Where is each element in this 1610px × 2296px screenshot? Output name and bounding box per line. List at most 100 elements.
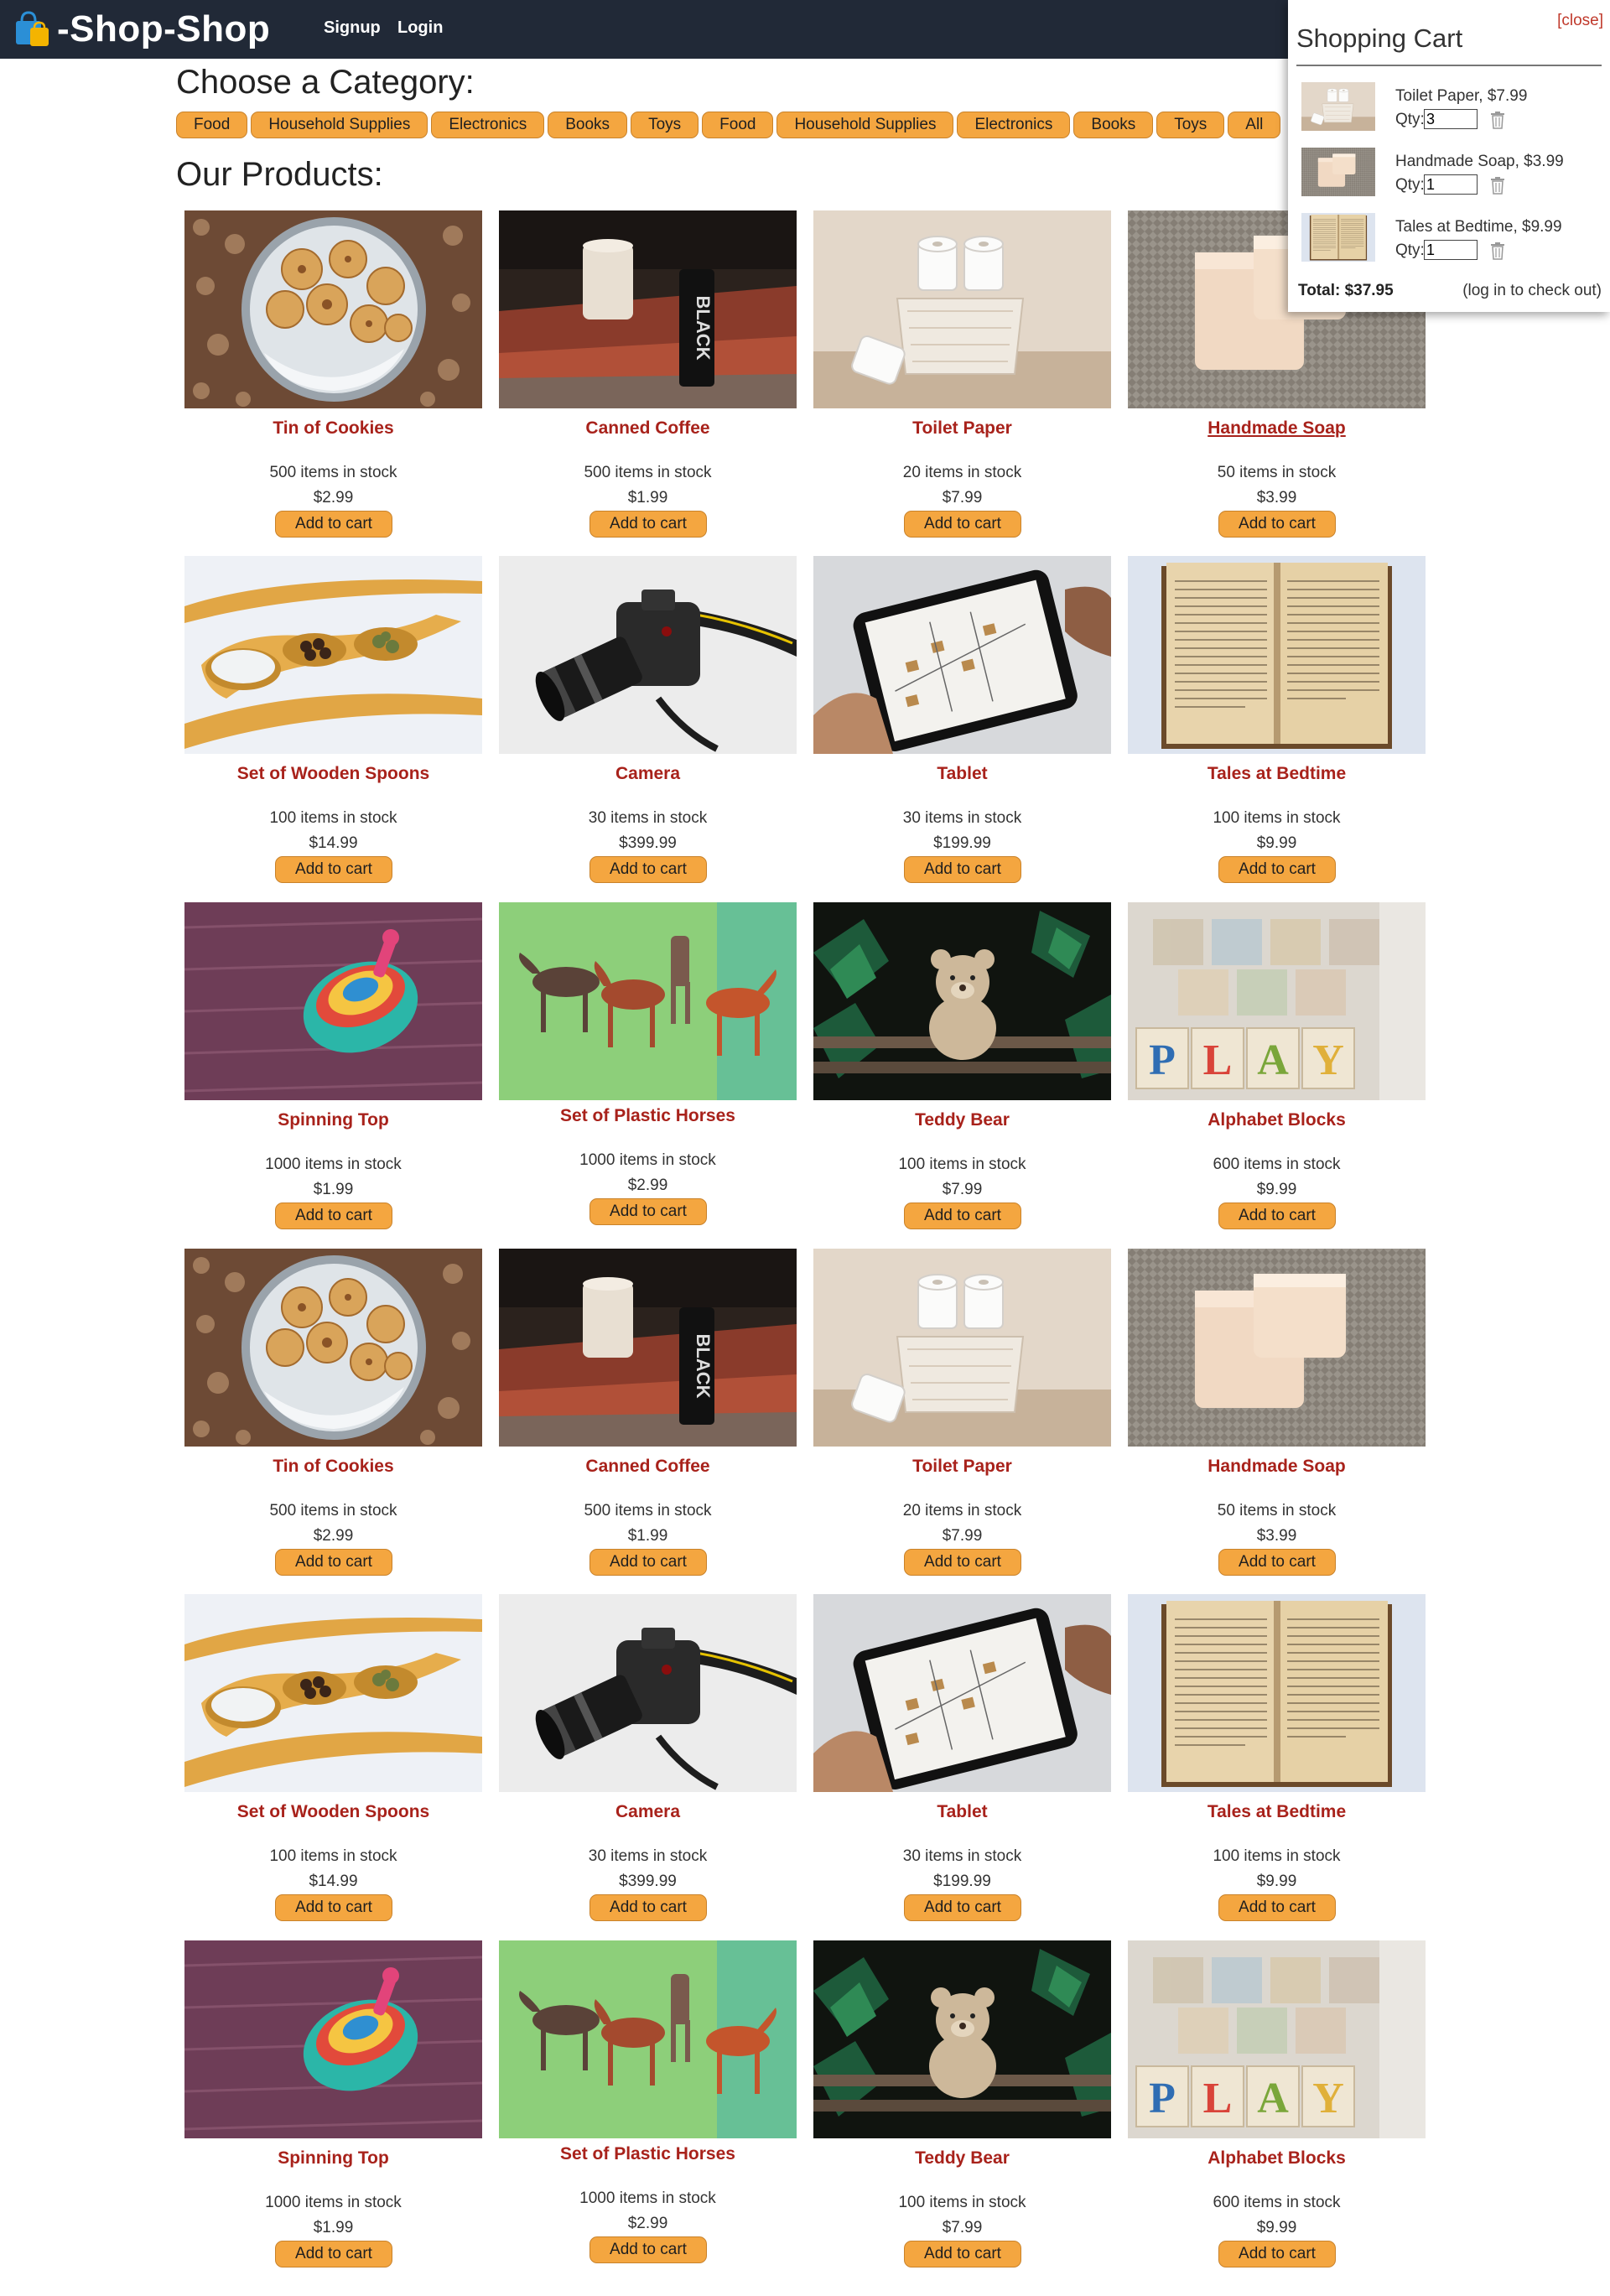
product-price: $2.99 xyxy=(627,2215,668,2232)
product-image-teddy-bear[interactable] xyxy=(813,902,1111,1100)
category-button-toys[interactable]: Toys xyxy=(631,112,699,138)
product-image-teddy-bear[interactable] xyxy=(813,1940,1111,2138)
category-button-household-supplies[interactable]: Household Supplies xyxy=(251,112,428,138)
product-name[interactable]: Set of Wooden Spoons xyxy=(176,1802,491,1822)
product-name[interactable]: Alphabet Blocks xyxy=(1119,2148,1434,2169)
product-image-camera[interactable] xyxy=(499,1594,797,1792)
category-button-books[interactable]: Books xyxy=(548,112,628,138)
trash-icon[interactable] xyxy=(1489,111,1506,129)
product-name[interactable]: Camera xyxy=(491,1802,805,1822)
add-to-cart-button[interactable]: Add to cart xyxy=(1218,511,1336,538)
add-to-cart-button[interactable]: Add to cart xyxy=(589,1894,707,1921)
svg-text:P: P xyxy=(1149,2075,1176,2122)
product-name[interactable]: Canned Coffee xyxy=(491,418,805,439)
add-to-cart-button[interactable]: Add to cart xyxy=(1218,1894,1336,1921)
product-image-coffee[interactable]: BLACK xyxy=(499,1249,797,1447)
add-to-cart-button[interactable]: Add to cart xyxy=(1218,1203,1336,1229)
add-to-cart-button[interactable]: Add to cart xyxy=(275,1894,392,1921)
product-image-blocks[interactable]: P L A Y xyxy=(1128,902,1426,1100)
product-image-toilet-paper[interactable] xyxy=(813,210,1111,408)
add-to-cart-button[interactable]: Add to cart xyxy=(589,1549,707,1576)
product-name[interactable]: Teddy Bear xyxy=(805,1110,1119,1130)
category-button-toys[interactable]: Toys xyxy=(1156,112,1225,138)
product-name[interactable]: Set of Plastic Horses xyxy=(491,2144,805,2164)
product-name[interactable]: Spinning Top xyxy=(176,1110,491,1130)
add-to-cart-button[interactable]: Add to cart xyxy=(589,511,707,538)
trash-icon[interactable] xyxy=(1489,176,1506,195)
qty-input[interactable] xyxy=(1424,240,1478,260)
product-image-spoons[interactable] xyxy=(184,556,482,754)
product-name[interactable]: Tin of Cookies xyxy=(176,1457,491,1477)
category-button-all[interactable]: All xyxy=(1228,112,1281,138)
cart-item: Tales at Bedtime, $9.99 Qty: xyxy=(1296,213,1602,263)
product-image-book[interactable] xyxy=(1128,1594,1426,1792)
product-image-cookies[interactable] xyxy=(184,1249,482,1447)
product-image-tablet[interactable] xyxy=(813,556,1111,754)
cart-close-button[interactable]: [close] xyxy=(1557,12,1603,30)
add-to-cart-button[interactable]: Add to cart xyxy=(275,2241,392,2267)
add-to-cart-button[interactable]: Add to cart xyxy=(904,1203,1021,1229)
product-name[interactable]: Set of Plastic Horses xyxy=(491,1106,805,1126)
product-name[interactable]: Spinning Top xyxy=(176,2148,491,2169)
category-button-electronics[interactable]: Electronics xyxy=(957,112,1071,138)
qty-input[interactable] xyxy=(1424,109,1478,129)
product-image-horses[interactable] xyxy=(499,902,797,1100)
product-stock: 30 items in stock xyxy=(588,809,708,827)
product-name[interactable]: Toilet Paper xyxy=(805,418,1119,439)
product-image-book[interactable] xyxy=(1128,556,1426,754)
category-button-electronics[interactable]: Electronics xyxy=(431,112,545,138)
product-name[interactable]: Tablet xyxy=(805,764,1119,784)
add-to-cart-button[interactable]: Add to cart xyxy=(275,1203,392,1229)
product-name[interactable]: Teddy Bear xyxy=(805,2148,1119,2169)
qty-input[interactable] xyxy=(1424,174,1478,195)
product-image-coffee[interactable]: BLACK xyxy=(499,210,797,408)
product-name[interactable]: Tin of Cookies xyxy=(176,418,491,439)
login-link[interactable]: Login xyxy=(397,18,443,38)
product-image-soap[interactable] xyxy=(1128,1249,1426,1447)
product-image-spinning-top[interactable] xyxy=(184,902,482,1100)
product-name[interactable]: Tales at Bedtime xyxy=(1119,764,1434,784)
add-to-cart-button[interactable]: Add to cart xyxy=(275,511,392,538)
add-to-cart-button[interactable]: Add to cart xyxy=(1218,856,1336,883)
product-image-tablet[interactable] xyxy=(813,1594,1111,1792)
add-to-cart-button[interactable]: Add to cart xyxy=(904,2241,1021,2267)
product-stock: 600 items in stock xyxy=(1213,2194,1341,2211)
category-button-food[interactable]: Food xyxy=(702,112,774,138)
product-name[interactable]: Handmade Soap xyxy=(1119,1457,1434,1477)
add-to-cart-button[interactable]: Add to cart xyxy=(904,1549,1021,1576)
trash-icon[interactable] xyxy=(1489,242,1506,260)
product-image-horses[interactable] xyxy=(499,1940,797,2138)
svg-text:L: L xyxy=(1203,2075,1233,2122)
add-to-cart-button[interactable]: Add to cart xyxy=(904,511,1021,538)
product-name[interactable]: Toilet Paper xyxy=(805,1457,1119,1477)
add-to-cart-button[interactable]: Add to cart xyxy=(589,1198,707,1225)
product-name[interactable]: Camera xyxy=(491,764,805,784)
product-image-spinning-top[interactable] xyxy=(184,1940,482,2138)
product-image-toilet-paper[interactable] xyxy=(813,1249,1111,1447)
product-name[interactable]: Canned Coffee xyxy=(491,1457,805,1477)
product-name[interactable]: Tales at Bedtime xyxy=(1119,1802,1434,1822)
product-name[interactable]: Set of Wooden Spoons xyxy=(176,764,491,784)
category-button-food[interactable]: Food xyxy=(176,112,248,138)
product-image-cookies[interactable] xyxy=(184,210,482,408)
add-to-cart-button[interactable]: Add to cart xyxy=(904,856,1021,883)
brand[interactable]: -Shop-Shop xyxy=(13,5,270,54)
signup-link[interactable]: Signup xyxy=(324,18,381,38)
add-to-cart-button[interactable]: Add to cart xyxy=(904,1894,1021,1921)
product-name[interactable]: Tablet xyxy=(805,1802,1119,1822)
category-button-books[interactable]: Books xyxy=(1073,112,1154,138)
product-name[interactable]: Alphabet Blocks xyxy=(1119,1110,1434,1130)
add-to-cart-button[interactable]: Add to cart xyxy=(589,856,707,883)
add-to-cart-button[interactable]: Add to cart xyxy=(589,2236,707,2263)
add-to-cart-button[interactable]: Add to cart xyxy=(1218,1549,1336,1576)
product-image-blocks[interactable]: P L A Y xyxy=(1128,1940,1426,2138)
svg-text:Y: Y xyxy=(1312,1036,1344,1084)
add-to-cart-button[interactable]: Add to cart xyxy=(275,856,392,883)
add-to-cart-button[interactable]: Add to cart xyxy=(1218,2241,1336,2267)
product-name[interactable]: Handmade Soap xyxy=(1119,418,1434,439)
add-to-cart-button[interactable]: Add to cart xyxy=(275,1549,392,1576)
product-image-camera[interactable] xyxy=(499,556,797,754)
product-image-spoons[interactable] xyxy=(184,1594,482,1792)
svg-text:P: P xyxy=(1149,1036,1176,1084)
category-button-household-supplies[interactable]: Household Supplies xyxy=(776,112,954,138)
